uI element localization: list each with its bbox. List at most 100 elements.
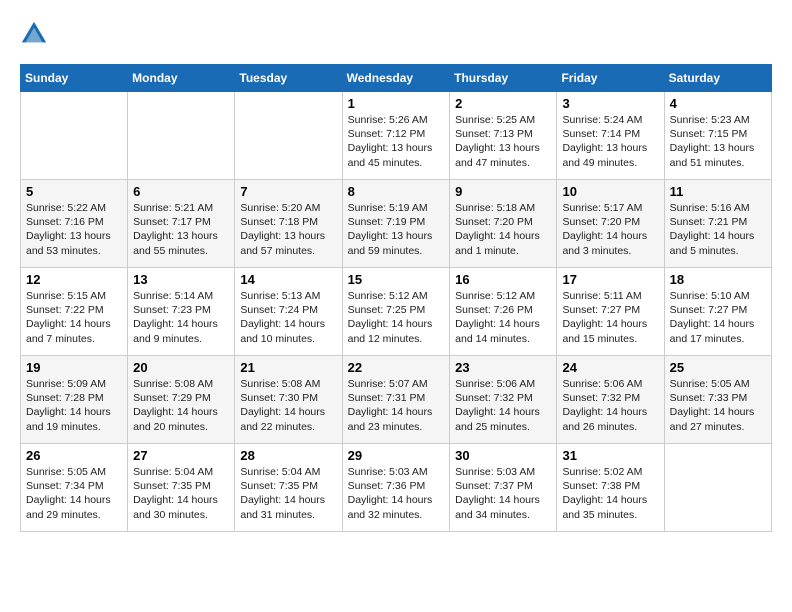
cell-info: Sunrise: 5:09 AMSunset: 7:28 PMDaylight:… xyxy=(26,378,111,433)
day-number: 23 xyxy=(455,360,551,375)
cell-info: Sunrise: 5:26 AMSunset: 7:12 PMDaylight:… xyxy=(348,114,433,169)
weekday-header: Tuesday xyxy=(235,65,342,92)
day-number: 4 xyxy=(670,96,766,111)
cell-info: Sunrise: 5:06 AMSunset: 7:32 PMDaylight:… xyxy=(562,378,647,433)
calendar-cell xyxy=(664,444,771,532)
day-number: 15 xyxy=(348,272,445,287)
day-number: 25 xyxy=(670,360,766,375)
calendar-cell: 17 Sunrise: 5:11 AMSunset: 7:27 PMDaylig… xyxy=(557,268,664,356)
cell-info: Sunrise: 5:12 AMSunset: 7:26 PMDaylight:… xyxy=(455,290,540,345)
weekday-header: Thursday xyxy=(450,65,557,92)
day-number: 14 xyxy=(240,272,336,287)
cell-info: Sunrise: 5:06 AMSunset: 7:32 PMDaylight:… xyxy=(455,378,540,433)
cell-info: Sunrise: 5:16 AMSunset: 7:21 PMDaylight:… xyxy=(670,202,755,257)
calendar-cell: 5 Sunrise: 5:22 AMSunset: 7:16 PMDayligh… xyxy=(21,180,128,268)
day-number: 11 xyxy=(670,184,766,199)
calendar-cell: 7 Sunrise: 5:20 AMSunset: 7:18 PMDayligh… xyxy=(235,180,342,268)
cell-info: Sunrise: 5:10 AMSunset: 7:27 PMDaylight:… xyxy=(670,290,755,345)
day-number: 19 xyxy=(26,360,122,375)
calendar-cell: 29 Sunrise: 5:03 AMSunset: 7:36 PMDaylig… xyxy=(342,444,450,532)
calendar-cell: 18 Sunrise: 5:10 AMSunset: 7:27 PMDaylig… xyxy=(664,268,771,356)
calendar-week-row: 12 Sunrise: 5:15 AMSunset: 7:22 PMDaylig… xyxy=(21,268,772,356)
calendar-cell: 6 Sunrise: 5:21 AMSunset: 7:17 PMDayligh… xyxy=(128,180,235,268)
calendar-cell: 30 Sunrise: 5:03 AMSunset: 7:37 PMDaylig… xyxy=(450,444,557,532)
calendar-cell: 10 Sunrise: 5:17 AMSunset: 7:20 PMDaylig… xyxy=(557,180,664,268)
cell-info: Sunrise: 5:12 AMSunset: 7:25 PMDaylight:… xyxy=(348,290,433,345)
day-number: 10 xyxy=(562,184,658,199)
calendar-cell: 1 Sunrise: 5:26 AMSunset: 7:12 PMDayligh… xyxy=(342,92,450,180)
logo-icon xyxy=(20,20,48,48)
calendar-cell: 25 Sunrise: 5:05 AMSunset: 7:33 PMDaylig… xyxy=(664,356,771,444)
day-number: 26 xyxy=(26,448,122,463)
weekday-header: Monday xyxy=(128,65,235,92)
cell-info: Sunrise: 5:03 AMSunset: 7:36 PMDaylight:… xyxy=(348,466,433,521)
day-number: 12 xyxy=(26,272,122,287)
cell-info: Sunrise: 5:25 AMSunset: 7:13 PMDaylight:… xyxy=(455,114,540,169)
calendar-cell: 19 Sunrise: 5:09 AMSunset: 7:28 PMDaylig… xyxy=(21,356,128,444)
day-number: 24 xyxy=(562,360,658,375)
day-number: 22 xyxy=(348,360,445,375)
cell-info: Sunrise: 5:02 AMSunset: 7:38 PMDaylight:… xyxy=(562,466,647,521)
day-number: 6 xyxy=(133,184,229,199)
day-number: 3 xyxy=(562,96,658,111)
cell-info: Sunrise: 5:24 AMSunset: 7:14 PMDaylight:… xyxy=(562,114,647,169)
day-number: 16 xyxy=(455,272,551,287)
day-number: 5 xyxy=(26,184,122,199)
calendar-cell: 12 Sunrise: 5:15 AMSunset: 7:22 PMDaylig… xyxy=(21,268,128,356)
day-number: 29 xyxy=(348,448,445,463)
cell-info: Sunrise: 5:18 AMSunset: 7:20 PMDaylight:… xyxy=(455,202,540,257)
cell-info: Sunrise: 5:04 AMSunset: 7:35 PMDaylight:… xyxy=(240,466,325,521)
calendar-cell: 28 Sunrise: 5:04 AMSunset: 7:35 PMDaylig… xyxy=(235,444,342,532)
cell-info: Sunrise: 5:17 AMSunset: 7:20 PMDaylight:… xyxy=(562,202,647,257)
calendar-week-row: 5 Sunrise: 5:22 AMSunset: 7:16 PMDayligh… xyxy=(21,180,772,268)
calendar-cell: 21 Sunrise: 5:08 AMSunset: 7:30 PMDaylig… xyxy=(235,356,342,444)
calendar-cell: 9 Sunrise: 5:18 AMSunset: 7:20 PMDayligh… xyxy=(450,180,557,268)
weekday-header: Saturday xyxy=(664,65,771,92)
day-number: 17 xyxy=(562,272,658,287)
day-number: 28 xyxy=(240,448,336,463)
day-number: 8 xyxy=(348,184,445,199)
cell-info: Sunrise: 5:03 AMSunset: 7:37 PMDaylight:… xyxy=(455,466,540,521)
calendar-cell: 13 Sunrise: 5:14 AMSunset: 7:23 PMDaylig… xyxy=(128,268,235,356)
day-number: 2 xyxy=(455,96,551,111)
day-number: 21 xyxy=(240,360,336,375)
day-number: 30 xyxy=(455,448,551,463)
cell-info: Sunrise: 5:14 AMSunset: 7:23 PMDaylight:… xyxy=(133,290,218,345)
day-number: 13 xyxy=(133,272,229,287)
cell-info: Sunrise: 5:23 AMSunset: 7:15 PMDaylight:… xyxy=(670,114,755,169)
day-number: 9 xyxy=(455,184,551,199)
calendar-cell: 8 Sunrise: 5:19 AMSunset: 7:19 PMDayligh… xyxy=(342,180,450,268)
calendar-cell: 31 Sunrise: 5:02 AMSunset: 7:38 PMDaylig… xyxy=(557,444,664,532)
calendar-cell: 3 Sunrise: 5:24 AMSunset: 7:14 PMDayligh… xyxy=(557,92,664,180)
cell-info: Sunrise: 5:19 AMSunset: 7:19 PMDaylight:… xyxy=(348,202,433,257)
day-number: 20 xyxy=(133,360,229,375)
calendar-cell: 14 Sunrise: 5:13 AMSunset: 7:24 PMDaylig… xyxy=(235,268,342,356)
day-number: 27 xyxy=(133,448,229,463)
calendar-cell: 11 Sunrise: 5:16 AMSunset: 7:21 PMDaylig… xyxy=(664,180,771,268)
calendar-cell xyxy=(235,92,342,180)
calendar-week-row: 19 Sunrise: 5:09 AMSunset: 7:28 PMDaylig… xyxy=(21,356,772,444)
calendar-cell: 24 Sunrise: 5:06 AMSunset: 7:32 PMDaylig… xyxy=(557,356,664,444)
calendar-cell: 2 Sunrise: 5:25 AMSunset: 7:13 PMDayligh… xyxy=(450,92,557,180)
calendar-cell: 23 Sunrise: 5:06 AMSunset: 7:32 PMDaylig… xyxy=(450,356,557,444)
calendar-table: SundayMondayTuesdayWednesdayThursdayFrid… xyxy=(20,64,772,532)
cell-info: Sunrise: 5:04 AMSunset: 7:35 PMDaylight:… xyxy=(133,466,218,521)
weekday-header: Friday xyxy=(557,65,664,92)
day-number: 31 xyxy=(562,448,658,463)
calendar-cell: 15 Sunrise: 5:12 AMSunset: 7:25 PMDaylig… xyxy=(342,268,450,356)
cell-info: Sunrise: 5:05 AMSunset: 7:34 PMDaylight:… xyxy=(26,466,111,521)
cell-info: Sunrise: 5:20 AMSunset: 7:18 PMDaylight:… xyxy=(240,202,325,257)
logo xyxy=(20,20,52,48)
weekday-header: Sunday xyxy=(21,65,128,92)
page-header xyxy=(20,20,772,48)
calendar-week-row: 26 Sunrise: 5:05 AMSunset: 7:34 PMDaylig… xyxy=(21,444,772,532)
calendar-body: 1 Sunrise: 5:26 AMSunset: 7:12 PMDayligh… xyxy=(21,92,772,532)
calendar-cell: 16 Sunrise: 5:12 AMSunset: 7:26 PMDaylig… xyxy=(450,268,557,356)
day-number: 18 xyxy=(670,272,766,287)
cell-info: Sunrise: 5:15 AMSunset: 7:22 PMDaylight:… xyxy=(26,290,111,345)
day-number: 1 xyxy=(348,96,445,111)
calendar-cell: 26 Sunrise: 5:05 AMSunset: 7:34 PMDaylig… xyxy=(21,444,128,532)
cell-info: Sunrise: 5:11 AMSunset: 7:27 PMDaylight:… xyxy=(562,290,647,345)
cell-info: Sunrise: 5:08 AMSunset: 7:29 PMDaylight:… xyxy=(133,378,218,433)
weekday-header: Wednesday xyxy=(342,65,450,92)
